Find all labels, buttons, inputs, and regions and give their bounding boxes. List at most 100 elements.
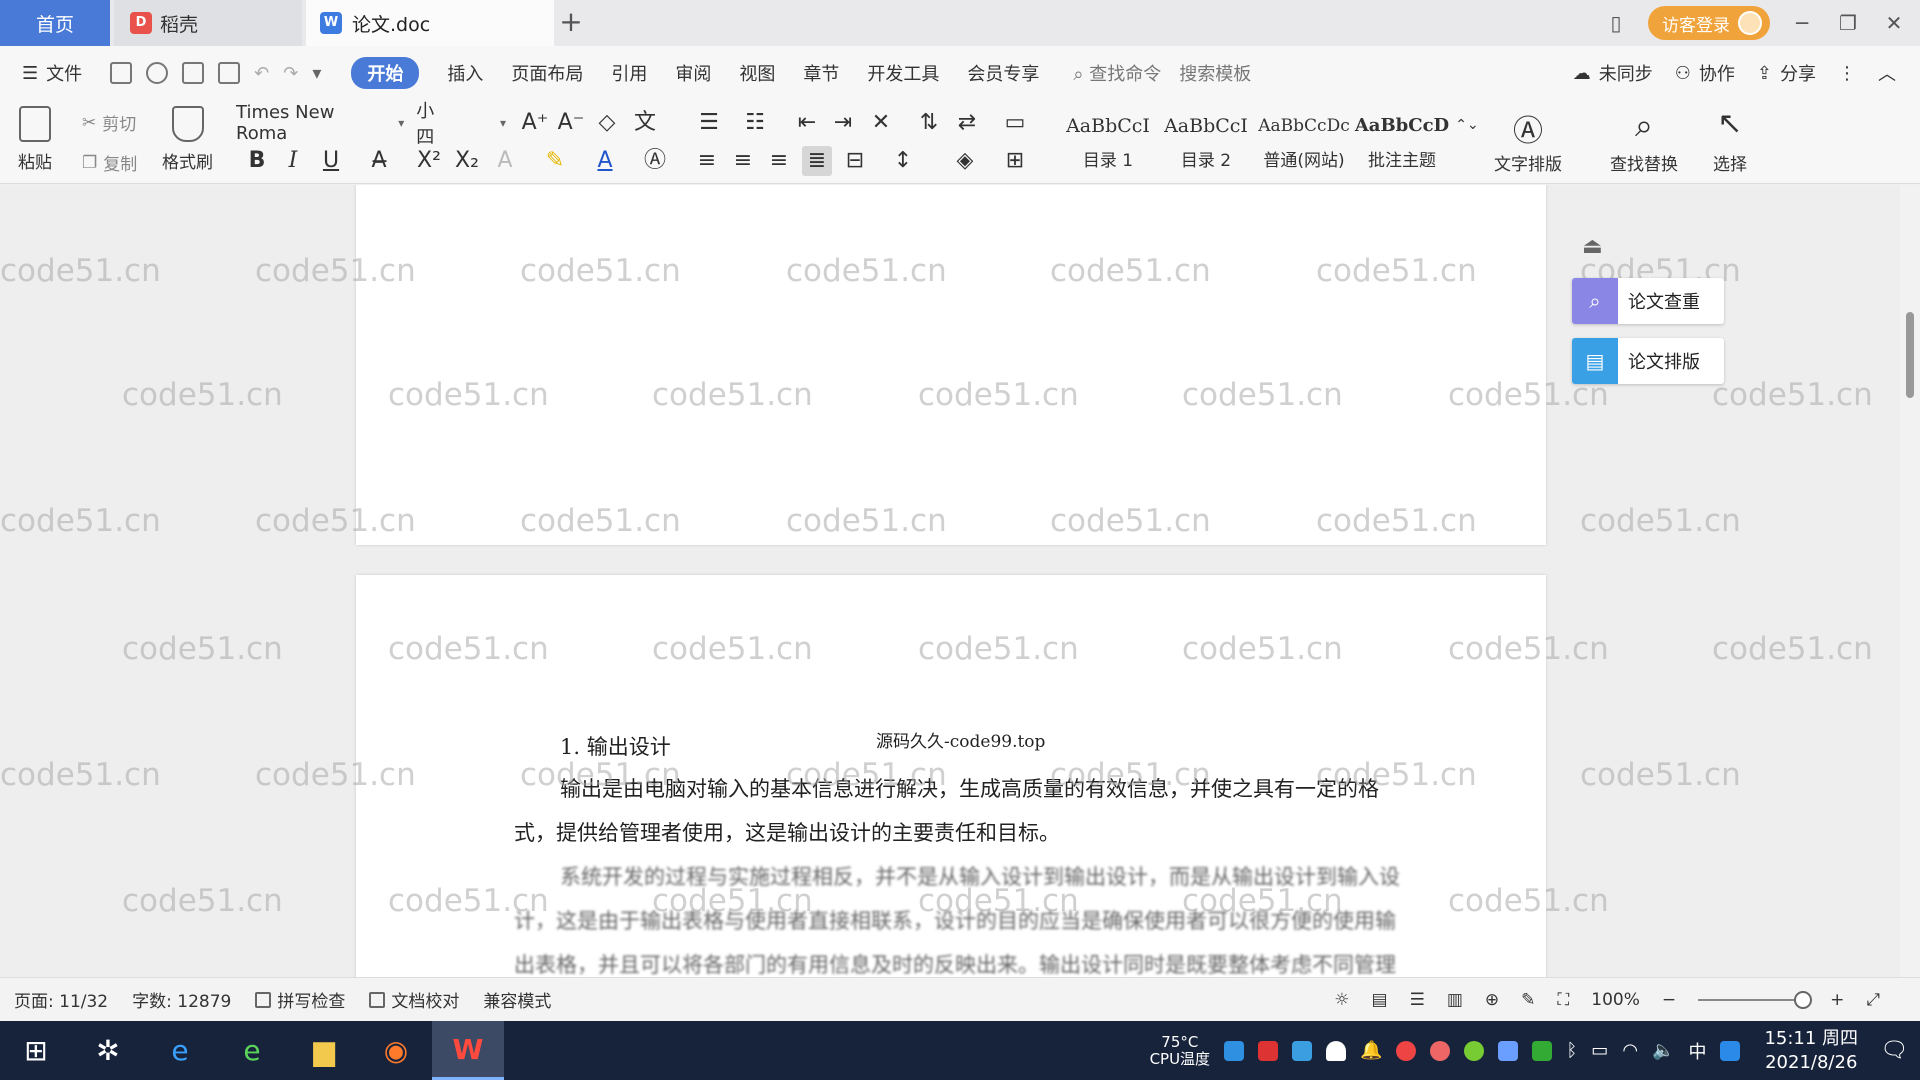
menu-home[interactable]: 开始 (351, 57, 420, 89)
tab-home[interactable]: 首页 (0, 0, 110, 46)
volume-icon[interactable]: 🔈 (1652, 1040, 1674, 1061)
menu-member[interactable]: 会员专享 (967, 60, 1039, 86)
zoom-slider[interactable] (1698, 991, 1813, 1009)
panel-collapse-icon[interactable]: ⏏ (1582, 234, 1603, 259)
menu-developer[interactable]: 开发工具 (867, 60, 939, 86)
wifi-icon[interactable]: ◠ (1622, 1040, 1638, 1061)
style-normal-web[interactable]: AaBbCcDc 普通(网站) (1256, 106, 1352, 180)
menu-review[interactable]: 审阅 (675, 60, 711, 86)
tab-daoke[interactable]: D 稻壳 (114, 0, 302, 46)
highlight-icon[interactable]: ✎ (540, 146, 570, 176)
select-button[interactable]: ↖ 选择 (1712, 106, 1748, 175)
chinese-layout-icon[interactable]: ✕ (866, 108, 896, 138)
file-menu[interactable]: ☰ 文件 (22, 60, 82, 86)
justify-icon[interactable]: ≣ (802, 146, 832, 176)
distributed-icon[interactable]: ⊟ (840, 146, 870, 176)
more-icon[interactable]: ⋮ (1838, 63, 1856, 84)
paper-check-button[interactable]: ⌕ 论文查重 (1572, 278, 1724, 324)
document-page[interactable] (356, 185, 1546, 545)
style-toc2[interactable]: AaBbCcI 目录 2 (1158, 106, 1254, 180)
styles-scroll-icon[interactable]: ⌃⌄ (1452, 110, 1482, 140)
show-marks-icon[interactable]: ▭ (1000, 108, 1030, 138)
increase-indent-icon[interactable]: ⇥ (828, 108, 858, 138)
fit-page-icon[interactable]: ⛶ (1557, 990, 1569, 1010)
menu-page-layout[interactable]: 页面布局 (511, 60, 583, 86)
decrease-font-icon[interactable]: A⁻ (556, 108, 586, 138)
print-preview-icon[interactable] (218, 62, 241, 84)
tab-document[interactable]: W 论文.doc (306, 0, 554, 46)
page-view-icon[interactable]: ▤ (1372, 990, 1388, 1010)
tray-app-icon[interactable] (1498, 1040, 1519, 1061)
align-left-icon[interactable]: ≡ (692, 146, 722, 176)
notification-icon[interactable]: 🗨 (1880, 1038, 1908, 1063)
sort-icon[interactable]: ⇅ (914, 108, 944, 138)
tray-app-icon[interactable] (1532, 1040, 1553, 1061)
line-spacing-icon[interactable]: ↕ (888, 146, 918, 176)
italic-button[interactable]: I (278, 146, 308, 176)
zoom-in-icon[interactable]: + (1830, 990, 1844, 1010)
font-size-select[interactable]: 小四 (416, 97, 452, 149)
align-center-icon[interactable]: ≡ (728, 146, 758, 176)
menu-insert[interactable]: 插入 (447, 60, 483, 86)
tray-app-icon[interactable] (1292, 1040, 1313, 1061)
increase-font-icon[interactable]: A⁺ (520, 108, 550, 138)
cut-button[interactable]: ✂ 剪切 (82, 110, 136, 136)
cpu-temp-widget[interactable]: 75°C CPU温度 (1150, 1033, 1211, 1068)
proofread-button[interactable]: 文档校对 (369, 987, 459, 1012)
text-layout-button[interactable]: Ⓐ 文字排版 (1494, 106, 1562, 175)
collapse-ribbon-icon[interactable]: ︿ (1878, 60, 1896, 86)
style-comment-subject[interactable]: AaBbCcD 批注主题 (1354, 106, 1450, 180)
zoom-slider-knob[interactable] (1794, 991, 1813, 1009)
borders-icon[interactable]: ⊞ (1000, 146, 1030, 176)
redo-icon[interactable]: ↷ (283, 63, 298, 84)
ie-browser-icon[interactable]: e (144, 1021, 216, 1080)
clear-format-icon[interactable]: ◇ (592, 108, 622, 138)
tray-app-icon[interactable] (1430, 1040, 1451, 1061)
collaborate-button[interactable]: ⚇ 协作 (1675, 60, 1735, 86)
tray-app-icon[interactable] (1396, 1040, 1417, 1061)
zoom-out-icon[interactable]: − (1662, 990, 1676, 1010)
tray-app-icon[interactable] (1258, 1040, 1279, 1061)
file-explorer-icon[interactable]: ▆ (288, 1021, 360, 1080)
media-app-icon[interactable]: ◉ (360, 1021, 432, 1080)
text-effect-icon[interactable]: A (490, 146, 520, 176)
undo-icon[interactable]: ↶ (254, 63, 269, 84)
copy-button[interactable]: ❐ 复制 (82, 150, 137, 176)
qq-icon[interactable] (1720, 1040, 1741, 1061)
subscript-icon[interactable]: X₂ (452, 146, 482, 176)
tray-app-icon[interactable] (1224, 1040, 1245, 1061)
bluetooth-icon[interactable]: ᛒ (1566, 1040, 1577, 1061)
fullscreen-icon[interactable]: ⤢ (1866, 990, 1880, 1010)
font-color-icon[interactable]: A (590, 146, 620, 176)
bell-icon[interactable]: 🔔 (1360, 1040, 1382, 1061)
fan-app-icon[interactable]: ✲ (72, 1021, 144, 1080)
phonetic-icon[interactable]: 文 (630, 108, 660, 138)
wps-writer-icon[interactable]: W (432, 1021, 504, 1080)
strikethrough-icon[interactable]: A̶ (364, 146, 394, 176)
page-indicator[interactable]: 页面: 11/32 (14, 987, 108, 1012)
word-count[interactable]: 字数: 12879 (132, 987, 231, 1012)
spell-check-button[interactable]: 拼写检查 (255, 987, 345, 1012)
style-toc1[interactable]: AaBbCcI 目录 1 (1060, 106, 1156, 180)
battery-icon[interactable]: ▭ (1591, 1040, 1608, 1061)
shield-icon[interactable] (1326, 1040, 1347, 1061)
layout-icon[interactable]: ▯ (1602, 11, 1630, 35)
menu-chapter[interactable]: 章节 (803, 60, 839, 86)
find-replace-button[interactable]: ⌕ 查找替换 (1610, 106, 1678, 175)
bullet-list-icon[interactable]: ☰ (694, 108, 724, 138)
system-clock[interactable]: 15:11 周四 2021/8/26 (1764, 1027, 1858, 1075)
superscript-icon[interactable]: X² (414, 146, 444, 176)
search-template-link[interactable]: 搜索模板 (1179, 60, 1251, 86)
underline-button[interactable]: U (316, 146, 346, 176)
close-icon[interactable]: ✕ (1880, 11, 1908, 35)
align-right-icon[interactable]: ≡ (764, 146, 794, 176)
write-view-icon[interactable]: ✎ (1521, 990, 1535, 1010)
menu-view[interactable]: 视图 (739, 60, 775, 86)
input-method[interactable]: 中 (1688, 1038, 1706, 1064)
quick-access-dropdown-icon[interactable]: ▾ (312, 63, 321, 84)
search-command-input[interactable]: ⌕ 查找命令 (1073, 60, 1161, 86)
new-tab-button[interactable]: + (556, 4, 586, 40)
font-selector[interactable]: Times New Roma ▾ 小四 ▾ (236, 101, 506, 148)
web-view-icon[interactable]: ⊕ (1485, 990, 1499, 1010)
font-name-select[interactable]: Times New Roma (236, 102, 390, 144)
